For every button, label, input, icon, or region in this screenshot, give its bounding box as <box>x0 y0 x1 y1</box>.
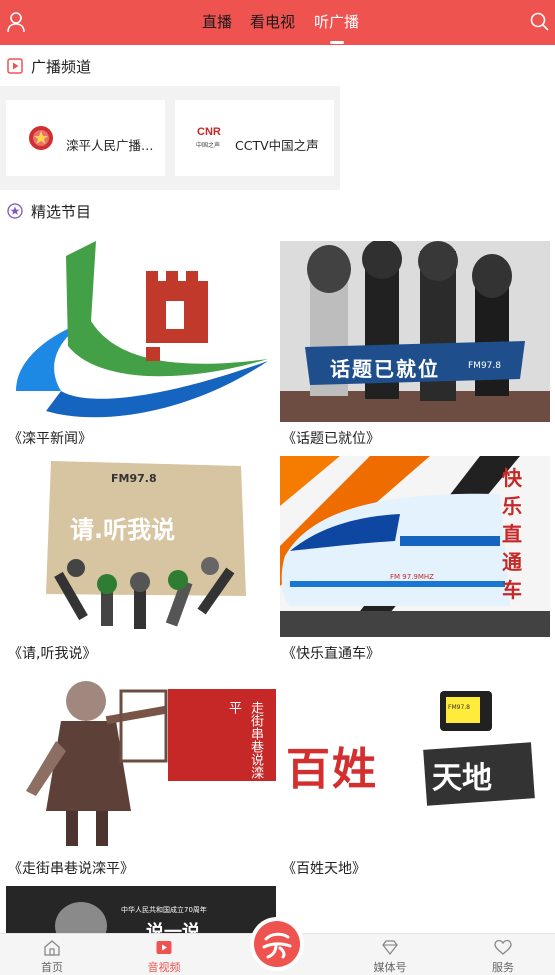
video-play-icon <box>156 941 172 954</box>
program-thumbnail: FM97.8 百姓 天地 <box>280 671 550 852</box>
program-card[interactable]: 《滦平新闻》 <box>6 241 276 451</box>
program-title: 《滦平新闻》 <box>8 431 92 447</box>
nav-item-audio-video[interactable]: 音视频 <box>124 934 204 975</box>
programs-section-title: 精选节目 <box>31 203 92 221</box>
tab-radio-label: 听广播 <box>314 13 360 31</box>
program-thumbnail: 走街串巷说滦平 <box>6 671 276 852</box>
program-card[interactable]: FM97.8 百姓 天地 《百姓天地》 <box>280 671 550 881</box>
program-card[interactable]: 话题已就位 FM97.8 《话题已就位》 <box>280 241 550 451</box>
thumb-text: 百姓 <box>286 744 378 795</box>
diamond-icon <box>382 940 398 956</box>
program-title: 《百姓天地》 <box>282 861 366 877</box>
nav-item-home[interactable]: 首页 <box>12 934 92 975</box>
star-circle-icon <box>7 203 23 219</box>
nav-label: 音视频 <box>147 961 181 974</box>
channel-card-luanping[interactable]: 滦平人民广播… <box>6 100 165 176</box>
channels-section-header: 广播频道 <box>0 46 555 86</box>
program-card[interactable]: 走街串巷说滦平 《走街串巷说滦平》 <box>6 671 276 881</box>
program-title: 《快乐直通车》 <box>282 646 380 662</box>
cnr-logo-text: CNR <box>197 126 221 138</box>
tab-live[interactable]: 直播 <box>202 12 232 36</box>
thumb-subtext: FM97.8 <box>448 704 470 711</box>
program-title: 《请,听我说》 <box>8 646 97 662</box>
active-tab-indicator <box>329 41 344 44</box>
programs-section-header: 精选节目 <box>0 191 555 231</box>
channel-card-cnr[interactable]: CNR 中国之声 CCTV中国之声 <box>175 100 334 176</box>
thumb-text: 走街串巷说滦平 <box>226 701 263 779</box>
nav-label: 媒体号 <box>373 961 407 974</box>
thumb-text-2: 说一说 <box>146 922 200 933</box>
channel-name: CCTV中国之声 <box>235 138 319 153</box>
nav-label: 服务 <box>492 961 514 974</box>
thumb-text: 请.听我说 <box>70 516 176 544</box>
program-title: 《走街串巷说滦平》 <box>8 861 134 877</box>
emblem-logo <box>29 126 53 150</box>
top-header: 直播 看电视 听广播 <box>0 0 555 45</box>
heart-icon <box>494 939 512 955</box>
channel-list: 滦平人民广播… CNR 中国之声 CCTV中国之声 <box>0 86 340 190</box>
thumb-text: 话题已就位 <box>330 357 440 381</box>
search-icon[interactable] <box>529 11 549 33</box>
center-logo-button[interactable] <box>254 921 300 967</box>
program-card[interactable]: 快乐直通车 FM 97.9MHZ 《快乐直通车》 <box>280 456 550 666</box>
nav-item-service[interactable]: 服务 <box>463 934 543 975</box>
microphones-image <box>280 241 550 422</box>
cnr-logo: CNR 中国之声 <box>189 122 231 154</box>
program-thumbnail: 中华人民共和国成立70周年 说一说 <box>6 886 276 933</box>
play-square-icon <box>7 58 23 74</box>
program-title: 《话题已就位》 <box>282 431 380 447</box>
nav-item-media[interactable]: 媒体号 <box>350 934 430 975</box>
tab-radio[interactable]: 听广播 <box>314 12 360 44</box>
thumb-text: 中华人民共和国成立70周年 <box>121 906 207 914</box>
home-icon <box>44 940 60 956</box>
thumb-text-2: 天地 <box>432 761 492 796</box>
program-card[interactable]: FM97.8 请.听我说 《请,听我说》 <box>6 456 276 666</box>
center-logo-icon <box>262 932 292 959</box>
thumb-subtext: FM97.8 <box>111 472 157 485</box>
channel-name: 滦平人民广播… <box>66 138 154 153</box>
program-thumbnail: 话题已就位 FM97.8 <box>280 241 550 422</box>
thumb-subtext: FM 97.9MHZ <box>390 573 434 581</box>
tab-tv[interactable]: 看电视 <box>250 12 295 36</box>
program-card[interactable]: 中华人民共和国成立70周年 说一说 <box>6 886 276 933</box>
program-thumbnail <box>6 241 276 422</box>
program-thumbnail: FM97.8 请.听我说 <box>6 456 276 637</box>
thumb-text: 快乐直通车 <box>502 466 522 602</box>
cnr-logo-subtext: 中国之声 <box>196 142 221 149</box>
program-thumbnail: 快乐直通车 FM 97.9MHZ <box>280 456 550 637</box>
channels-section-title: 广播频道 <box>31 58 92 76</box>
luanping-news-logo <box>6 241 276 422</box>
top-tabs: 直播 看电视 听广播 <box>0 0 555 45</box>
thumb-subtext: FM97.8 <box>468 361 501 371</box>
nav-label: 首页 <box>41 961 63 974</box>
